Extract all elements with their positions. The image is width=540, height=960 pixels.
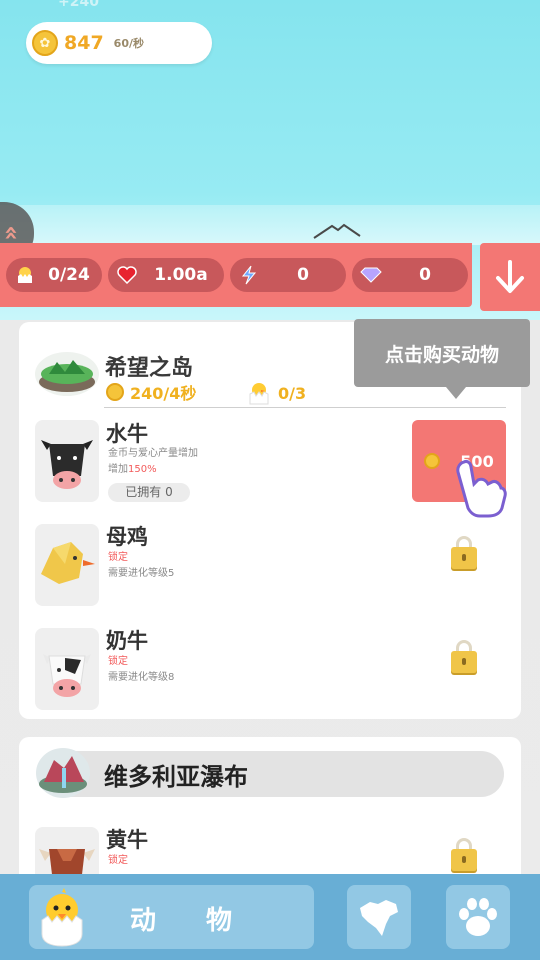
bonus-value: 150%: [128, 464, 157, 475]
stats-bar: 0/24 1.00a 0 0: [0, 243, 472, 307]
diamond-icon: [360, 264, 382, 286]
island-victoria-title: 维多利亚瀑布: [104, 763, 248, 791]
horizon: [0, 205, 540, 245]
animal-desc-line1: 金币与爱心产量增加: [108, 448, 198, 459]
tap-hand-icon: [456, 460, 507, 518]
energy-stat: 0: [230, 258, 346, 292]
island-hope-income: 240/4秒: [106, 380, 196, 404]
island-hope-chicks: 0/3: [246, 380, 306, 406]
energy-count: 0: [297, 265, 309, 285]
coin-icon: [424, 453, 441, 469]
animal-desc-line2: 增加150%: [108, 462, 198, 478]
island-hope-income-value: 240/4秒: [130, 384, 197, 403]
locked-label: 锁定: [108, 552, 128, 563]
island-hope-chick-count: 0/3: [278, 383, 307, 403]
animal-desc: 锁定 需要进化等级5: [108, 550, 174, 582]
heart-count: 1.00a: [154, 265, 208, 285]
heart-icon: [116, 264, 138, 286]
gem-count: 0: [419, 265, 431, 285]
buy-tooltip: 点击购买动物: [354, 319, 530, 399]
chick-count: 0/24: [48, 265, 90, 285]
coin-icon: [106, 383, 124, 401]
collapse-button[interactable]: [480, 243, 540, 311]
floating-gain-text: +240: [58, 0, 99, 10]
chevrons-up-icon: »: [0, 225, 24, 241]
heart-stat: 1.00a: [108, 258, 224, 292]
seagull-icon: [313, 223, 361, 239]
chick-egg-icon: [41, 888, 83, 947]
tab-islands[interactable]: [347, 885, 411, 949]
chick-icon: [14, 264, 36, 286]
gem-stat: 0: [352, 258, 468, 292]
owned-badge: 已拥有 0: [108, 483, 190, 502]
coin-rate: 60/秒: [113, 37, 144, 50]
bonus-label: 增加: [108, 464, 128, 475]
lock-icon: [451, 640, 477, 674]
animal-name: 母鸡: [106, 525, 148, 549]
tab-pets[interactable]: [446, 885, 510, 949]
divider: [104, 407, 506, 408]
locked-label: 锁定: [108, 656, 128, 667]
coin-value: 847: [64, 32, 104, 54]
lock-icon: [451, 838, 477, 872]
requirement-label: 需要进化等级8: [108, 672, 175, 683]
lightning-icon: [238, 264, 260, 286]
animal-name: 水牛: [106, 422, 148, 446]
island-hope-image: [35, 352, 99, 396]
locked-label: 锁定: [108, 855, 128, 866]
tab-animals-label: 动物: [130, 906, 283, 936]
hen-image: [35, 524, 99, 606]
island-victoria-image: [36, 748, 90, 798]
animal-desc: 锁定 需要进化等级8: [108, 654, 174, 686]
lock-icon: [451, 536, 477, 570]
arrow-down-icon: [496, 260, 524, 293]
paw-icon: [459, 898, 497, 936]
buffalo-image: [35, 420, 99, 502]
animal-desc: 锁定: [108, 853, 128, 869]
coin-icon: ✿: [32, 30, 58, 56]
chick-icon: [249, 383, 269, 405]
coin-counter: ✿ 847 60/秒: [26, 22, 212, 64]
cow-image: [35, 628, 99, 710]
animal-desc: 金币与爱心产量增加 增加150%: [108, 446, 198, 478]
island-map-icon: [360, 900, 398, 936]
animal-name: 奶牛: [106, 629, 148, 653]
animal-name: 黄牛: [106, 828, 148, 852]
island-hope-title: 希望之岛: [105, 356, 194, 381]
chick-stat: 0/24: [6, 258, 102, 292]
requirement-label: 需要进化等级5: [108, 568, 175, 579]
